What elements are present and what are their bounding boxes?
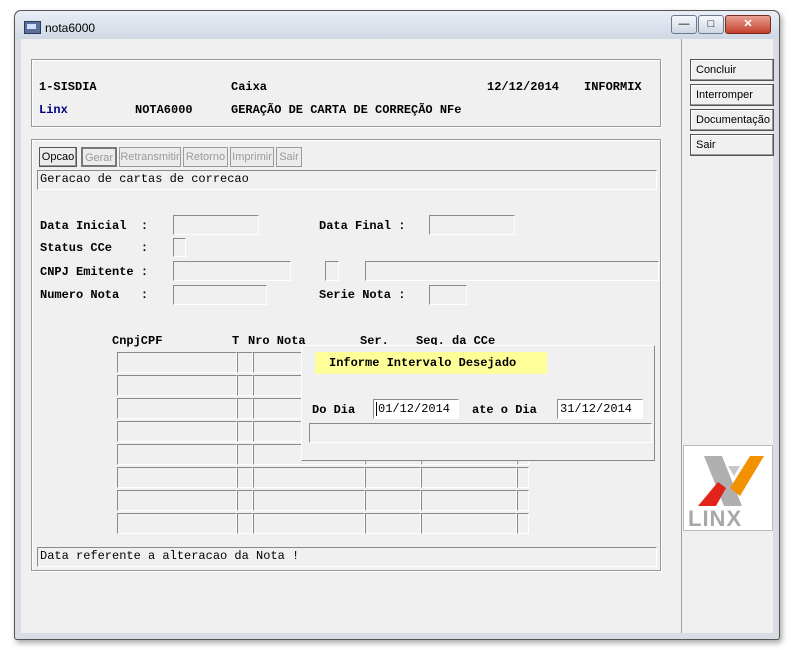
status-cce-label: Status CCe : (40, 241, 149, 255)
title-bar: nota6000 — □ ✕ (15, 11, 779, 39)
table-cell (117, 490, 237, 511)
ate-dia-label: ate o Dia (472, 403, 537, 417)
status-cce-input[interactable] (173, 238, 186, 257)
menu-sair-button[interactable]: Sair (276, 147, 302, 167)
interromper-button[interactable]: Interromper (690, 84, 774, 106)
table-cell (237, 444, 253, 465)
menu-message: Geracao de cartas de correcao (40, 172, 249, 186)
do-dia-label: Do Dia (312, 403, 356, 417)
menu-retransmitir-button[interactable]: Retransmitir (119, 147, 181, 167)
numero-nota-input[interactable] (173, 285, 267, 305)
documentacao-button[interactable]: Documentação (690, 109, 774, 131)
client-area: 1-SISDIA Caixa 12/12/2014 INFORMIX Linx … (21, 39, 774, 633)
table-cell (421, 467, 517, 488)
serie-nota-label: Serie Nota : (319, 288, 406, 302)
data-final-label: Data Final : (319, 219, 406, 233)
table-cell (117, 467, 237, 488)
table-cell (237, 467, 253, 488)
status-message: Data referente a alteracao da Nota ! (40, 549, 300, 563)
menu-opcao-button[interactable]: Opcao (39, 147, 77, 167)
table-cell (237, 375, 253, 396)
col-t-header: T (232, 334, 240, 348)
table-cell (237, 490, 253, 511)
numero-nota-label: Numero Nota : (40, 288, 149, 302)
table-cell (117, 375, 237, 396)
close-button[interactable]: ✕ (725, 15, 771, 34)
db-label: INFORMIX (584, 80, 642, 94)
table-cell (237, 513, 253, 534)
table-cell (253, 467, 365, 488)
app-window: nota6000 — □ ✕ 1-SISDIA Caixa 12/12/2014… (14, 10, 780, 640)
table-cell (237, 421, 253, 442)
sair-button[interactable]: Sair (690, 134, 774, 156)
dialog-message-bar (309, 423, 652, 443)
menu-gerar-button[interactable]: Gerar (81, 147, 117, 167)
logo-text: LINX (688, 506, 743, 531)
table-cell (517, 513, 529, 534)
company-label: Linx (39, 103, 68, 117)
system-label: 1-SISDIA (39, 80, 97, 94)
table-cell (365, 490, 421, 511)
table-cell (365, 513, 421, 534)
do-dia-value: 01/12/2014 (376, 402, 451, 416)
data-final-input[interactable] (429, 215, 515, 235)
date-label: 12/12/2014 (487, 80, 560, 94)
table-cell (253, 490, 365, 511)
table-cell (117, 421, 237, 442)
program-label: NOTA6000 (135, 103, 193, 117)
table-cell (517, 467, 529, 488)
maximize-button[interactable]: □ (698, 15, 724, 34)
concluir-button[interactable]: Concluir (690, 59, 774, 81)
table-cell (237, 352, 253, 373)
window-title: nota6000 (45, 21, 96, 35)
minimize-button[interactable]: — (671, 15, 697, 34)
table-cell (237, 398, 253, 419)
col-nro-header: Nro Nota (248, 334, 306, 348)
table-cell (117, 444, 237, 465)
table-cell (517, 490, 529, 511)
table-cell (421, 490, 517, 511)
page-title: GERAÇÃO DE CARTA DE CORREÇÃO NFe (231, 103, 462, 117)
module-label: Caixa (231, 80, 268, 94)
menu-retorno-button[interactable]: Retorno (183, 147, 228, 167)
serie-nota-input[interactable] (429, 285, 467, 305)
col-cnpjcpf-header: CnpjCPF (112, 334, 163, 348)
table-cell (117, 352, 237, 373)
table-cell (421, 513, 517, 534)
table-cell (117, 398, 237, 419)
cnpj-emitente-label: CNPJ Emitente : (40, 265, 149, 279)
table-cell (117, 513, 237, 534)
data-inicial-input[interactable] (173, 215, 259, 235)
emitente-name-field (365, 261, 659, 281)
cnpj-emitente-input[interactable] (173, 261, 291, 281)
cnpj-flag-input[interactable] (325, 261, 339, 281)
dialog-title: Informe Intervalo Desejado (329, 356, 517, 370)
table-cell (253, 513, 365, 534)
menu-imprimir-button[interactable]: Imprimir (230, 147, 274, 167)
ate-dia-value: 31/12/2014 (560, 402, 633, 416)
table-cell (365, 467, 421, 488)
data-inicial-label: Data Inicial : (40, 219, 149, 233)
linx-logo: LINX (683, 445, 773, 531)
app-icon (24, 21, 41, 34)
divider (681, 39, 682, 633)
